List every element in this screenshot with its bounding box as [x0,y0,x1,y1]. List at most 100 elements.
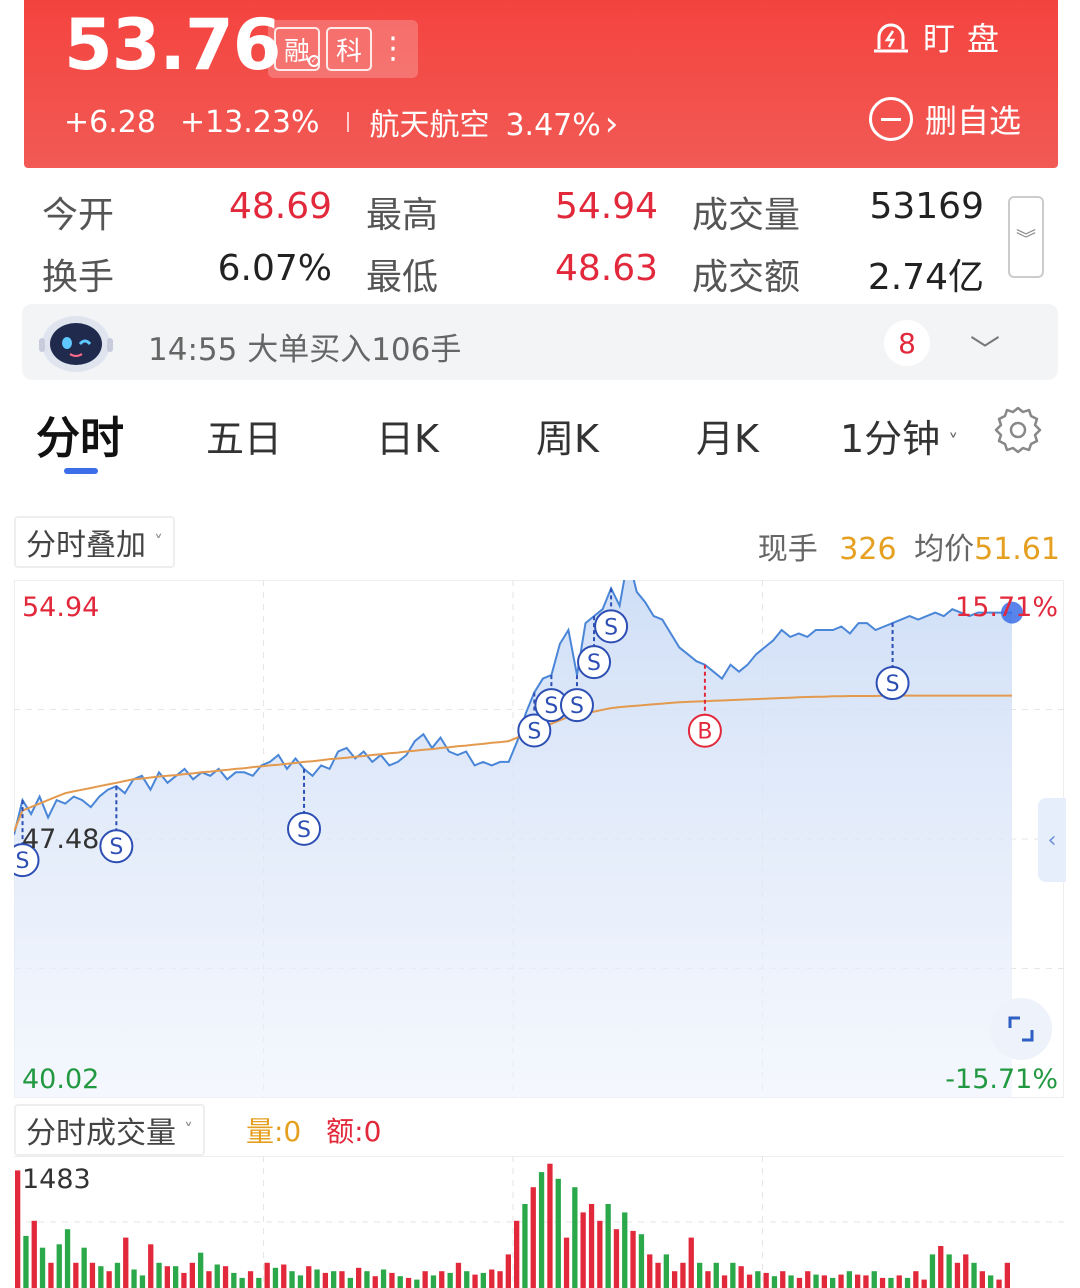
tab-intraday[interactable]: 分时 [36,402,124,466]
turnover-label: 换手 [42,257,115,298]
volume-bar [547,1163,553,1288]
volume-bar [439,1271,445,1288]
volume-bar [888,1277,894,1288]
volume-bar [430,1275,437,1288]
volume-bar [148,1244,154,1288]
volume-bar [580,1212,586,1288]
star-market-tag: 科 [326,27,372,71]
volume-bar [763,1272,769,1288]
volume-bar [480,1272,486,1288]
expand-stats-button[interactable]: ︾ [1008,196,1044,278]
volume-bar [472,1274,478,1288]
intraday-price-chart[interactable]: SSSSS SSSBS [14,580,1064,1098]
side-panel-toggle[interactable]: ‹ [1038,798,1066,882]
volume-bar [522,1204,528,1288]
volume-bar-chart[interactable] [14,1156,1064,1288]
open-label: 今开 [42,195,115,236]
volume-select[interactable]: 分时成交量 ˅ [14,1104,205,1156]
volume-bar [31,1220,37,1288]
volume-bar [996,1279,1002,1288]
tab-daily-k[interactable]: 日K [376,408,439,463]
tab-weekly-k[interactable]: 周K [536,408,599,463]
settings-gear-icon[interactable] [992,404,1044,456]
volume-bar [173,1266,179,1288]
volume-bar [938,1246,944,1288]
volume-bar [39,1247,46,1288]
chevron-down-icon[interactable]: ﹀ [970,326,1000,370]
volume-bar [73,1262,79,1288]
high-value: 54.94 [554,186,658,227]
active-tab-indicator [64,468,98,474]
volume-bar [447,1272,453,1288]
pct-axis-top-label: 15.71% [955,592,1058,623]
volume-bar [755,1271,761,1288]
volume-bar [780,1271,786,1288]
volume-bar [555,1178,561,1288]
y-axis-top-label: 54.94 [22,592,100,623]
avg-price-value: 51.61 [974,532,1060,567]
remove-watchlist-button[interactable]: 删自选 [869,96,1021,142]
volume-bar [538,1172,545,1288]
volume-bar [239,1277,245,1288]
volume-bar [156,1262,162,1288]
volume-select-label: 分时成交量 [26,1116,176,1151]
volume-bar [322,1272,328,1288]
volume-bar [489,1269,495,1288]
sell-marker-label: S [109,835,123,860]
volume-bar [796,1277,803,1288]
volume-bar [256,1277,262,1288]
divider [347,112,350,132]
volume-bar [231,1272,237,1288]
volume-bar [306,1266,312,1288]
margin-tag: 融 ✓ [274,27,320,71]
volume-info: 量:0 额:0 [246,1110,397,1150]
more-icon[interactable]: ⋮ [378,34,408,64]
minus-circle-icon [869,97,913,141]
volume-bar [896,1275,902,1288]
volume-bar [929,1254,936,1288]
tab-one-minute[interactable]: 1分钟 ˅ [840,408,958,463]
volume-bar [572,1187,578,1288]
sector-pct: 3.47% [505,108,601,143]
volume-bar [464,1271,470,1288]
volume-bar [622,1212,628,1288]
volume-bar [563,1237,570,1288]
tab-five-day[interactable]: 五日 [206,408,282,463]
watch-button[interactable]: 盯盘 [869,14,1011,60]
stock-tags[interactable]: 融 ✓ 科 ⋮ [268,20,418,78]
big-order-ticker[interactable]: 14:55 大单买入106手 8 ﹀ [22,304,1058,380]
buy-marker-label: B [697,720,712,745]
y-axis-bottom-label: 40.02 [22,1064,100,1095]
volume-bar [713,1262,719,1288]
current-price: 53.76 [64,4,281,86]
volume-bar [314,1269,320,1288]
volume-bar [688,1237,694,1288]
chevron-down-icon: ˅ [184,1119,193,1141]
tab-monthly-k[interactable]: 月K [696,408,759,463]
fullscreen-button[interactable] [990,998,1052,1060]
volume-bar [347,1277,353,1288]
amount-value: 2.74亿 [867,257,984,298]
volume-bar [181,1272,187,1288]
volume-bar [746,1274,753,1288]
volume-bar [788,1275,794,1288]
price-change: +6.28 [64,104,156,140]
open-value: 48.69 [228,186,332,227]
volume-bar [331,1271,337,1288]
overlay-select[interactable]: 分时叠加 ˅ [14,516,175,568]
volume-bar [971,1262,977,1288]
volume-bar [206,1271,212,1288]
sell-marker-label: S [604,615,618,640]
volume-bar [805,1271,811,1288]
fullscreen-icon [1008,1016,1034,1042]
turnover-value: 6.07% [217,248,332,289]
volume-bar [389,1272,395,1288]
volume-bar [979,1271,985,1288]
sector-link[interactable]: 航天航空 3.47% › [369,100,618,144]
pct-axis-bottom-label: -15.71% [945,1064,1058,1095]
chevron-right-icon: › [604,104,619,144]
low-label: 最低 [366,257,439,298]
volume-bar [530,1187,536,1288]
volume-bar [98,1266,104,1288]
check-icon: ✓ [308,55,320,67]
